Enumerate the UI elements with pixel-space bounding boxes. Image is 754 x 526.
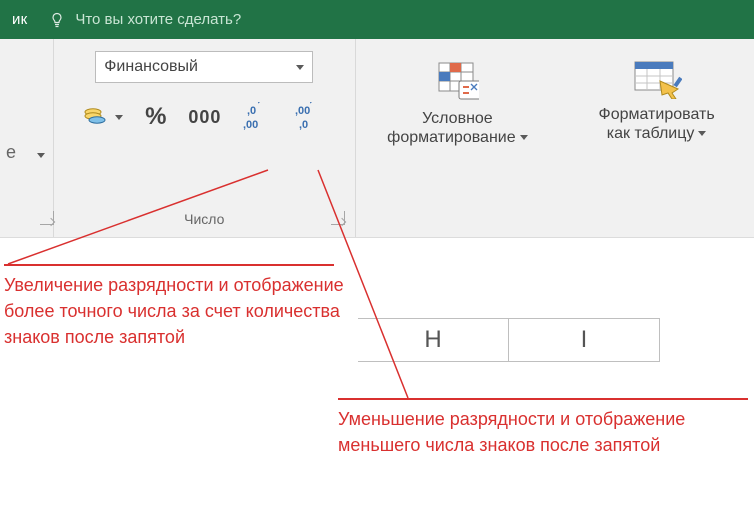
cond-line1: Условное [422, 110, 493, 127]
svg-text:,0: ,0 [299, 119, 308, 131]
decrease-decimal-button[interactable]: ,00 ,0 [295, 102, 325, 132]
chevron-down-icon[interactable] [37, 153, 45, 158]
chevron-down-icon [115, 115, 123, 120]
chevron-down-icon [698, 131, 706, 136]
decrease-decimal-icon: ,00 ,0 [295, 102, 325, 132]
tbl-line2: как таблицу [607, 125, 695, 142]
tbl-line1: Форматировать [599, 106, 715, 123]
group-label-number: Число [54, 211, 355, 227]
wrap-text-fragment: е [6, 142, 16, 163]
column-header-H[interactable]: H [358, 319, 509, 361]
svg-text:,0: ,0 [247, 105, 256, 117]
column-header-I[interactable]: I [509, 319, 660, 361]
comma-style-button[interactable]: 000 [188, 107, 221, 128]
conditional-formatting-icon [435, 59, 479, 103]
conditional-formatting-button[interactable]: Условное форматирование [387, 57, 527, 147]
format-as-table-button[interactable]: Форматировать как таблицу [599, 57, 715, 143]
number-format-dropdown[interactable]: Финансовый [95, 51, 313, 83]
svg-text:,00: ,00 [295, 105, 310, 117]
percent-style-button[interactable]: % [145, 103, 166, 131]
annotation-decrease-decimal: Уменьшение разрядности и отображение мен… [338, 406, 738, 458]
chevron-down-icon [296, 65, 304, 70]
increase-decimal-button[interactable]: ,0 ,00 [243, 102, 273, 132]
annotation-underline [338, 398, 748, 400]
dialog-launcher-icon[interactable] [40, 211, 54, 225]
title-bar: ик Что вы хотите сделать? [0, 0, 754, 39]
format-as-table-icon [632, 59, 682, 99]
coins-icon [83, 105, 111, 129]
annotation-underline [4, 264, 334, 266]
ribbon: е Финансовый % 000 ,0 ,00 [0, 39, 754, 238]
svg-text:,00: ,00 [243, 119, 258, 131]
tell-me-search[interactable]: Что вы хотите сделать? [75, 11, 241, 28]
dialog-launcher-icon[interactable] [331, 211, 345, 225]
accounting-format-button[interactable] [83, 105, 123, 129]
tab-fragment: ик [12, 11, 27, 28]
lightbulb-icon [49, 12, 65, 28]
format-as-table-group: Форматировать как таблицу [559, 39, 754, 237]
chevron-down-icon [520, 135, 528, 140]
annotation-increase-decimal: Увеличение разрядности и отображение бол… [4, 272, 344, 350]
previous-group-fragment: е [0, 39, 54, 237]
column-headers: H I [358, 318, 660, 362]
cond-line2: форматирование [387, 129, 515, 146]
conditional-formatting-group: Условное форматирование [356, 39, 560, 237]
number-format-value: Финансовый [104, 58, 198, 76]
increase-decimal-icon: ,0 ,00 [243, 102, 273, 132]
number-group: Финансовый % 000 ,0 ,00 [54, 39, 356, 237]
